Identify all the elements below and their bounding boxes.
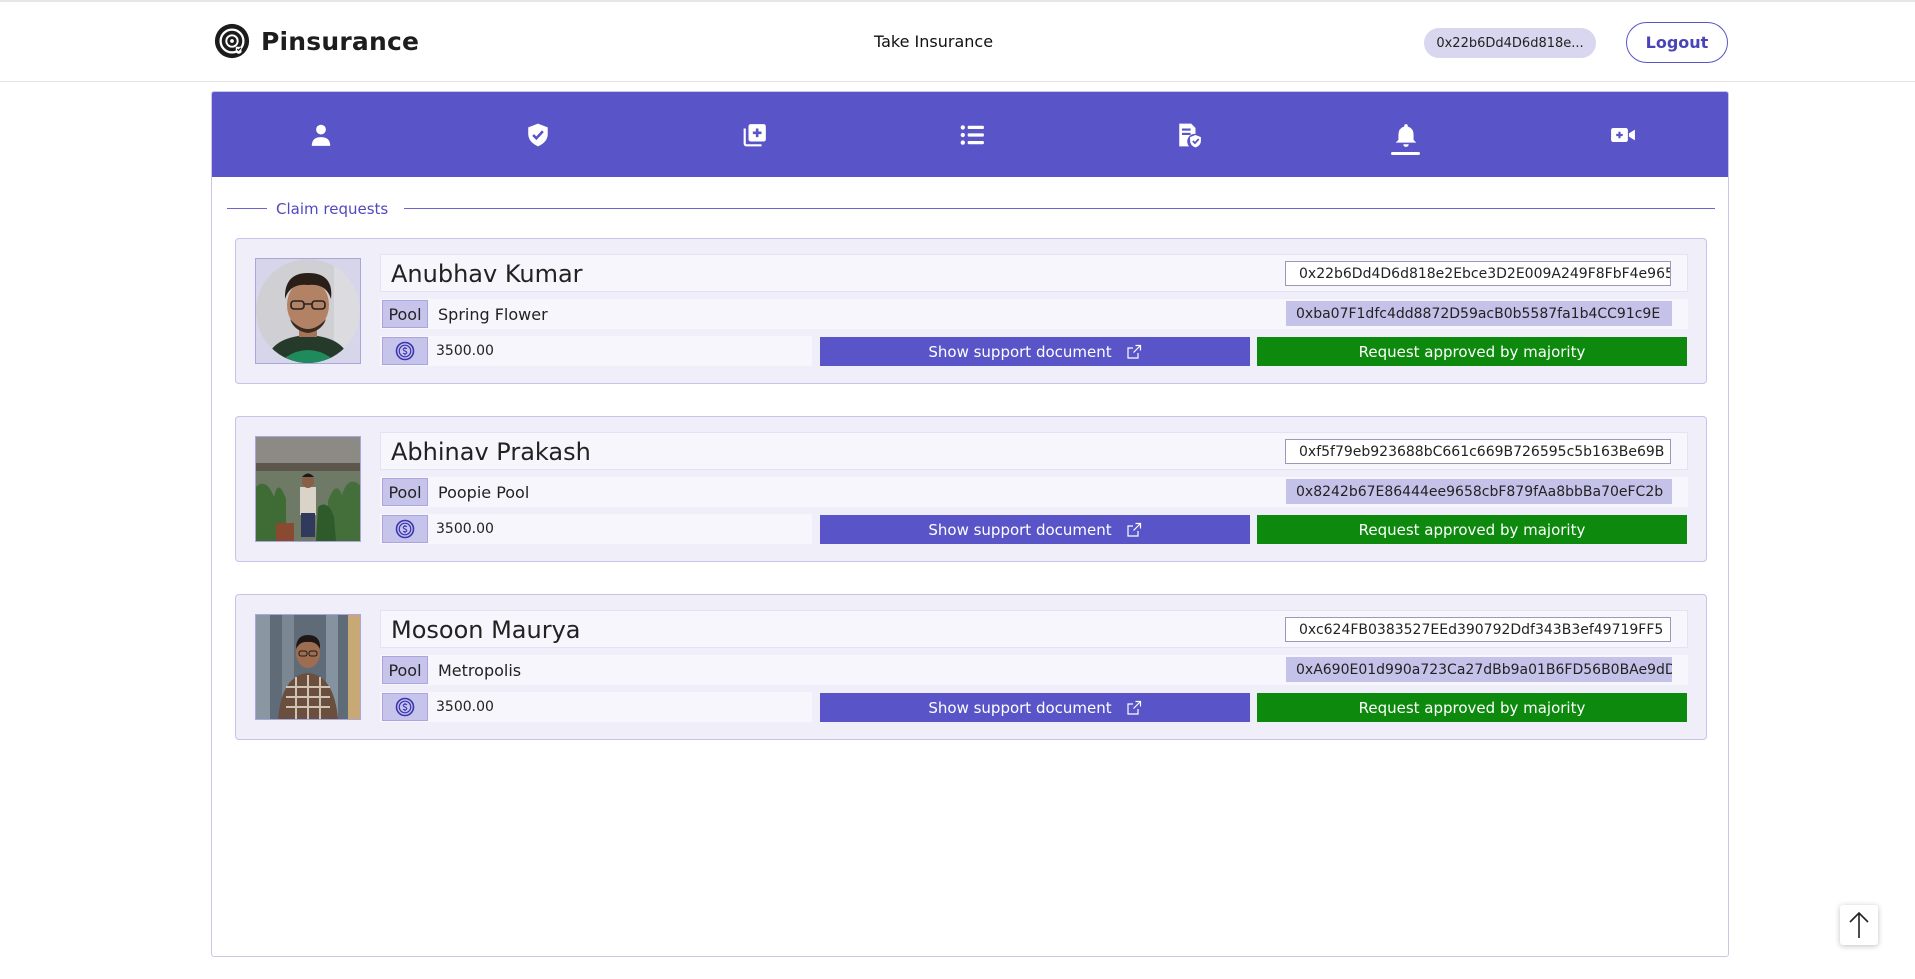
avatar-photo xyxy=(256,259,360,363)
tab-policies[interactable] xyxy=(1080,92,1297,177)
scroll-to-top-button[interactable] xyxy=(1840,905,1878,945)
pool-name: Spring Flower xyxy=(438,305,548,324)
show-support-document-button[interactable]: Show support document xyxy=(820,337,1250,366)
claimant-address[interactable]: 0xc624FB0383527EEd390792Ddf343B3ef49719F… xyxy=(1285,617,1671,642)
take-insurance-link[interactable]: Take Insurance xyxy=(874,32,993,51)
claimant-name: Anubhav Kumar xyxy=(391,260,583,288)
section-title: Claim requests xyxy=(276,200,389,218)
avatar xyxy=(255,614,361,720)
pool-label: Pool xyxy=(382,300,428,328)
pool-name: Metropolis xyxy=(438,661,522,680)
name-row: Mosoon Maurya 0xc624FB0383527EEd390792Dd… xyxy=(380,610,1688,648)
external-link-icon xyxy=(1127,344,1141,359)
doc-button-label: Show support document xyxy=(928,342,1112,361)
tab-video[interactable] xyxy=(1514,92,1731,177)
claimant-name: Mosoon Maurya xyxy=(391,616,581,644)
list-icon xyxy=(960,124,984,145)
logout-button[interactable]: Logout xyxy=(1626,22,1728,63)
claim-amount: 3500.00 xyxy=(436,521,494,537)
pool-row: Pool Spring Flower 0xba07F1dfc4dd8872D59… xyxy=(380,299,1688,329)
tab-bar xyxy=(212,92,1728,177)
coin-tag xyxy=(382,515,428,543)
claim-card: Anubhav Kumar 0x22b6Dd4D6d818e2Ebce3D2E0… xyxy=(235,238,1707,384)
dollar-coin-icon xyxy=(395,697,415,717)
tab-profile[interactable] xyxy=(212,92,429,177)
name-row: Abhinav Prakash 0xf5f79eb923688bC661c669… xyxy=(380,432,1688,470)
avatar-photo xyxy=(256,437,360,541)
claim-card: Abhinav Prakash 0xf5f79eb923688bC661c669… xyxy=(235,416,1707,562)
dollar-coin-icon xyxy=(395,519,415,539)
avatar xyxy=(255,258,361,364)
app-header: Pinsurance Take Insurance 0x22b6Dd4D6d81… xyxy=(0,2,1915,82)
claim-amount: 3500.00 xyxy=(436,343,494,359)
show-support-document-button[interactable]: Show support document xyxy=(820,515,1250,544)
doc-button-label: Show support document xyxy=(928,698,1112,717)
legend-line-right xyxy=(404,208,1715,209)
dollar-coin-icon xyxy=(395,341,415,361)
legend-line-left xyxy=(227,208,267,209)
verified-document-icon xyxy=(1178,123,1201,147)
add-document-icon xyxy=(743,123,766,146)
coin-tag xyxy=(382,337,428,365)
amount-row: 3500.00 xyxy=(380,336,812,366)
show-support-document-button[interactable]: Show support document xyxy=(820,693,1250,722)
pool-address[interactable]: 0xA690E01d990a723Ca27dBb9a01B6FD56B0BAe9… xyxy=(1286,657,1672,682)
pinsurance-logo-icon xyxy=(214,23,250,59)
avatar xyxy=(255,436,361,542)
external-link-icon xyxy=(1127,700,1141,715)
claimant-name: Abhinav Prakash xyxy=(391,438,591,466)
bell-icon xyxy=(1395,123,1416,147)
pool-address[interactable]: 0xba07F1dfc4dd8872D59acB0b5587fa1b4CC91c… xyxy=(1286,301,1672,326)
video-camera-icon xyxy=(1610,127,1635,142)
section-legend: Claim requests xyxy=(227,200,1715,220)
shield-check-icon xyxy=(527,123,548,146)
arrow-up-icon xyxy=(1849,911,1869,938)
request-status-button[interactable]: Request approved by majority xyxy=(1257,337,1687,366)
wallet-address-chip[interactable]: 0x22b6Dd4D6d818e... xyxy=(1424,28,1596,58)
pool-name: Poopie Pool xyxy=(438,483,530,502)
name-row: Anubhav Kumar 0x22b6Dd4D6d818e2Ebce3D2E0… xyxy=(380,254,1688,292)
request-status-button[interactable]: Request approved by majority xyxy=(1257,515,1687,544)
request-status-button[interactable]: Request approved by majority xyxy=(1257,693,1687,722)
tab-insurance[interactable] xyxy=(429,92,646,177)
doc-button-label: Show support document xyxy=(928,520,1112,539)
external-link-icon xyxy=(1127,522,1141,537)
coin-tag xyxy=(382,693,428,721)
pool-row: Pool Poopie Pool 0x8242b67E86444ee9658cb… xyxy=(380,477,1688,507)
user-icon xyxy=(311,124,330,146)
pool-label: Pool xyxy=(382,478,428,506)
brand-name: Pinsurance xyxy=(261,26,420,56)
brand[interactable]: Pinsurance xyxy=(213,22,419,60)
amount-row: 3500.00 xyxy=(380,514,812,544)
amount-row: 3500.00 xyxy=(380,692,812,722)
claimant-address[interactable]: 0x22b6Dd4D6d818e2Ebce3D2E009A249F8FbF4e9… xyxy=(1285,261,1671,286)
claim-card: Mosoon Maurya 0xc624FB0383527EEd390792Dd… xyxy=(235,594,1707,740)
tab-claim-requests[interactable] xyxy=(1297,92,1514,177)
pool-address[interactable]: 0x8242b67E86444ee9658cbF879fAa8bbBa70eFC… xyxy=(1286,479,1672,504)
claim-amount: 3500.00 xyxy=(436,699,494,715)
tab-list[interactable] xyxy=(863,92,1080,177)
pool-row: Pool Metropolis 0xA690E01d990a723Ca27dBb… xyxy=(380,655,1688,685)
main-panel: Claim requests Anubhav Kumar 0x22b6Dd4D6… xyxy=(211,91,1729,957)
pool-label: Pool xyxy=(382,656,428,684)
tab-new-claim[interactable] xyxy=(646,92,863,177)
claimant-address[interactable]: 0xf5f79eb923688bC661c669B726595c5b163Be6… xyxy=(1285,439,1671,464)
avatar-photo xyxy=(256,615,360,719)
